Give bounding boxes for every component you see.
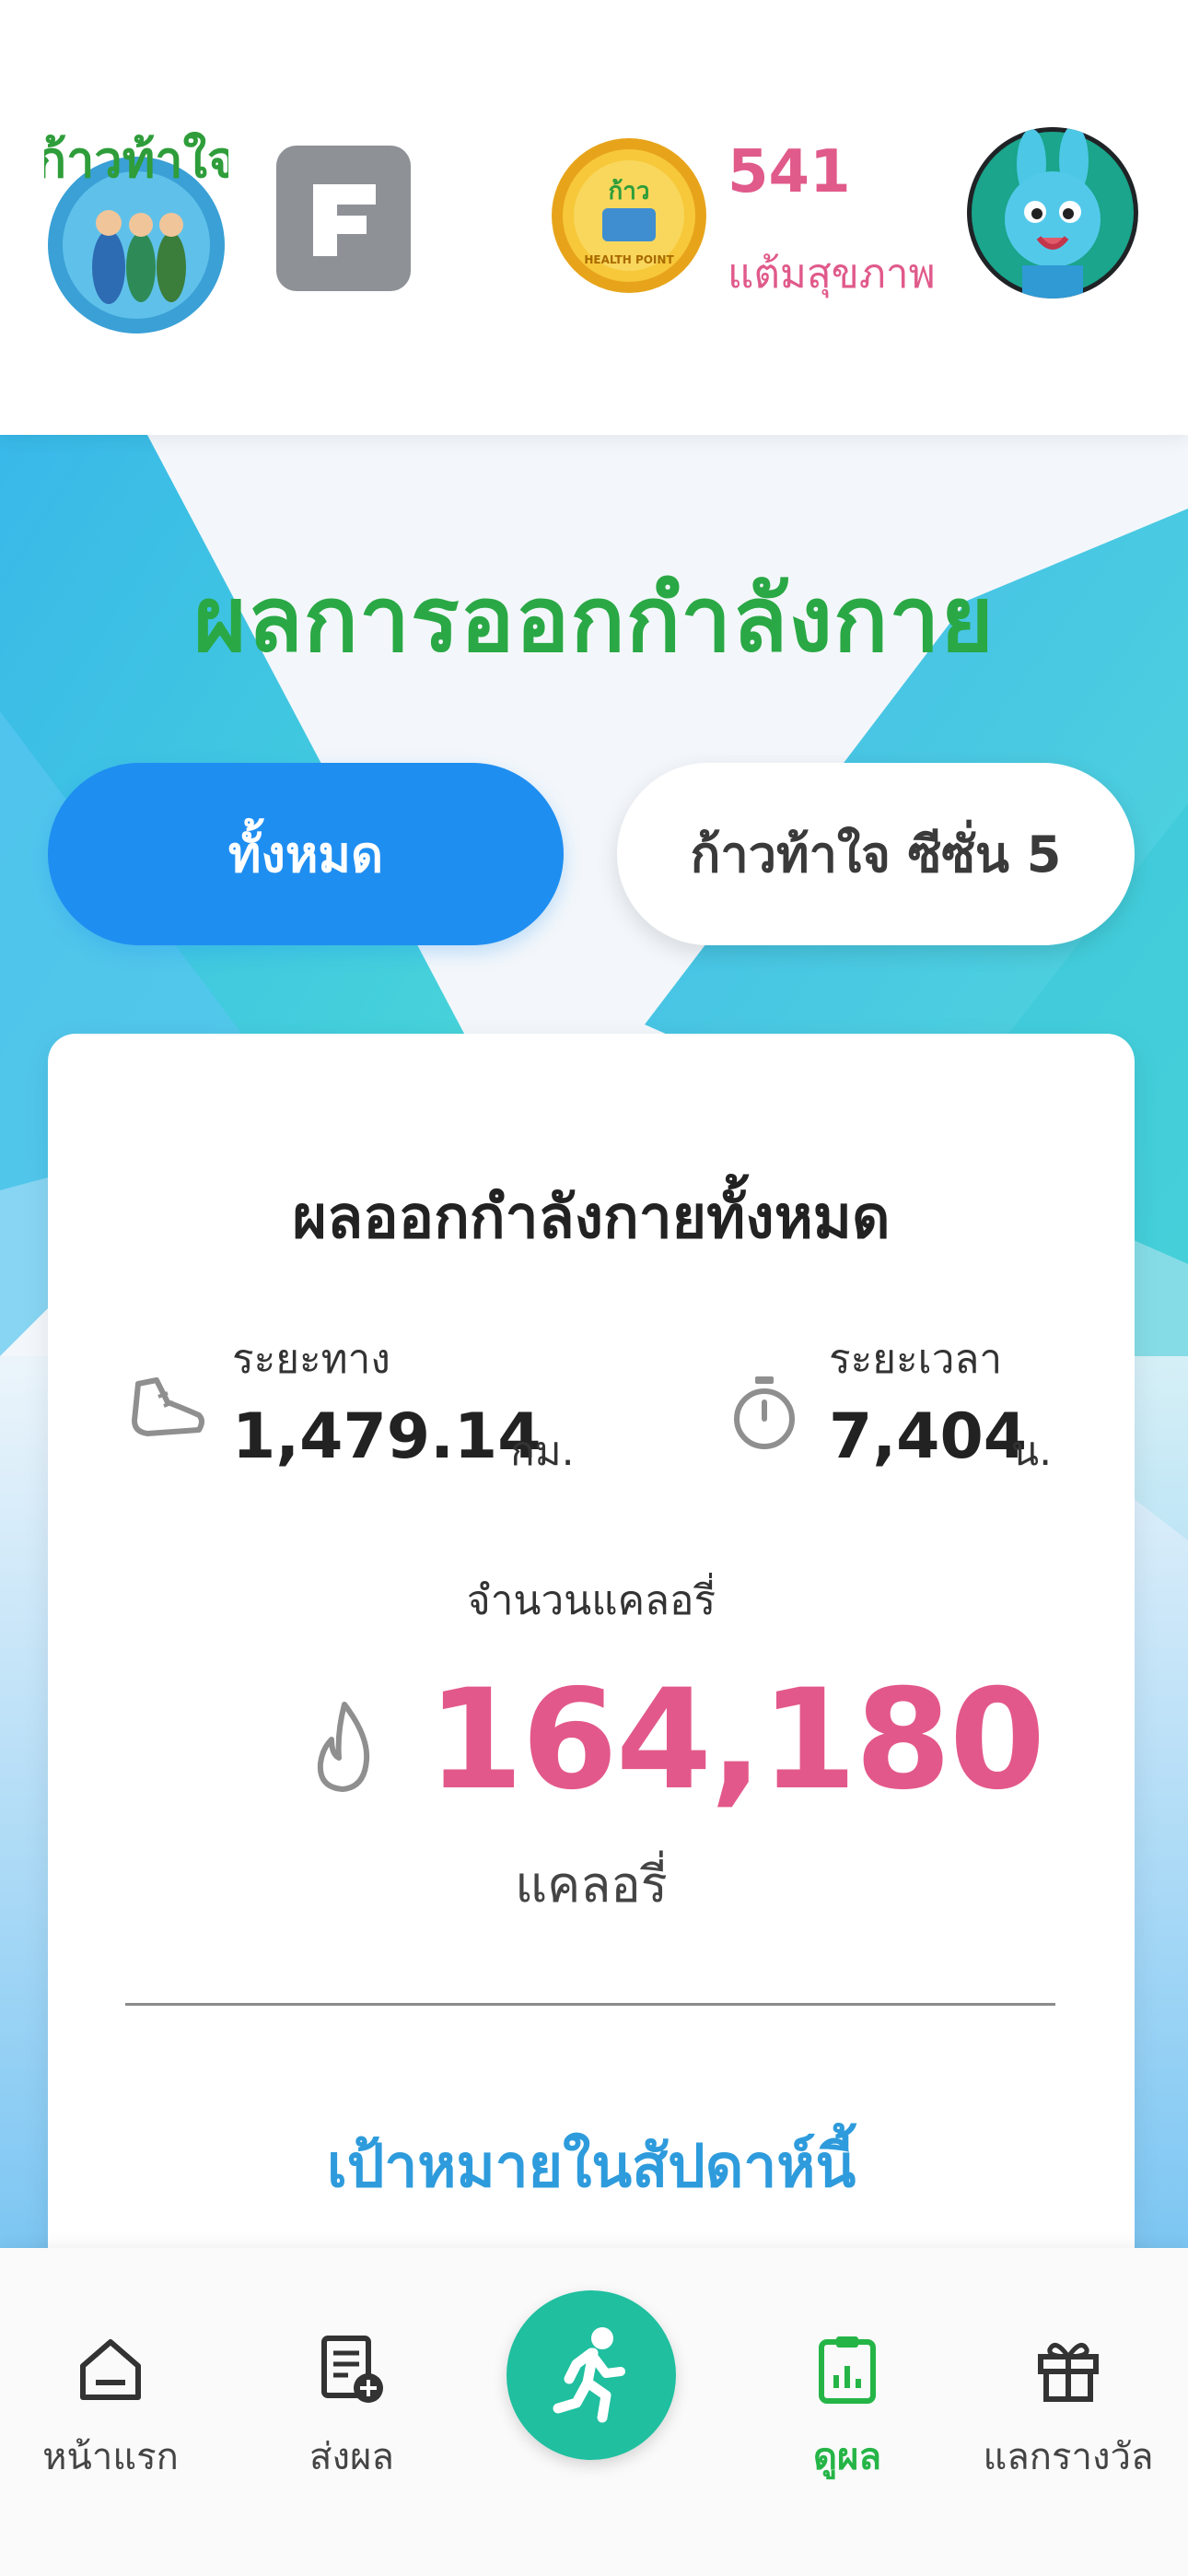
health-points-value: 541 (728, 138, 851, 206)
duration-unit: น. (1011, 1428, 1053, 1475)
nav-submit[interactable]: ส่งผล (250, 2333, 453, 2535)
distance-label: ระยะทาง (232, 1336, 390, 1383)
running-icon (553, 2327, 625, 2423)
flame-icon (317, 1702, 370, 1792)
svg-text:ก้าว: ก้าว (609, 178, 650, 205)
duration-value: 7,404 (829, 1400, 1028, 1473)
health-point-coin-icon[interactable]: ก้าว HEALTH POINT (549, 135, 709, 297)
stopwatch-icon (734, 1376, 795, 1449)
svg-text:HEALTH POINT: HEALTH POINT (584, 253, 674, 266)
gift-icon (1038, 2343, 1099, 2402)
summary-title: ผลออกกำลังกายทั้งหมด (292, 1184, 891, 1252)
divider (125, 2003, 1055, 2006)
nav-home[interactable]: หน้าแรก (9, 2333, 212, 2535)
tab-season-5[interactable]: ก้าวท้าใจ ซีซั่น 5 (617, 763, 1135, 945)
weekly-goal-title[interactable]: เป้าหมายในสัปดาห์นี้ (48, 2119, 1135, 2213)
calories-value: 164,180 (427, 1660, 1045, 1821)
page-title: ผลการออกกำลังกาย (193, 568, 995, 673)
duration-label: ระยะเวลา (829, 1336, 1003, 1383)
tab-all[interactable]: ทั้งหมด (48, 763, 564, 945)
nav-rewards[interactable]: แลกรางวัล (967, 2333, 1170, 2535)
shoe-icon (132, 1377, 204, 1436)
svg-text:ก้าวท้าใจ: ก้าวท้าใจ (44, 131, 228, 189)
nav-rewards-label: แลกรางวัล (983, 2436, 1154, 2478)
f-app-logo[interactable] (276, 146, 411, 291)
avatar[interactable] (967, 127, 1138, 299)
kao-tha-jai-logo[interactable]: ก้าวท้าใจ (44, 129, 228, 346)
view-results-icon (819, 2336, 876, 2404)
exercise-summary-card: ผลออกกำลังกายทั้งหมด ระยะทาง 1,479.14 กม… (48, 1034, 1135, 2324)
health-points-label: แต้มสุขภาพ (728, 251, 936, 298)
distance-value: 1,479.14 (232, 1400, 542, 1473)
calories-label: จำนวนแคลอรี่ (466, 1577, 716, 1624)
submit-result-icon (321, 2336, 383, 2403)
distance-unit: กม. (510, 1428, 575, 1475)
calories-unit: แคลอรี่ (515, 1856, 668, 1914)
nav-submit-label: ส่งผล (309, 2436, 394, 2478)
home-icon (80, 2339, 141, 2400)
start-exercise-button[interactable] (507, 2290, 676, 2460)
nav-view-results-label: ดูผล (813, 2436, 881, 2478)
nav-view-results[interactable]: ดูผล (746, 2333, 949, 2535)
app-header: ก้าวท้าใจ ก้าว HEALTH POINT 541 แต้มสุขภ… (0, 0, 1188, 435)
nav-home-label: หน้าแรก (42, 2436, 179, 2478)
